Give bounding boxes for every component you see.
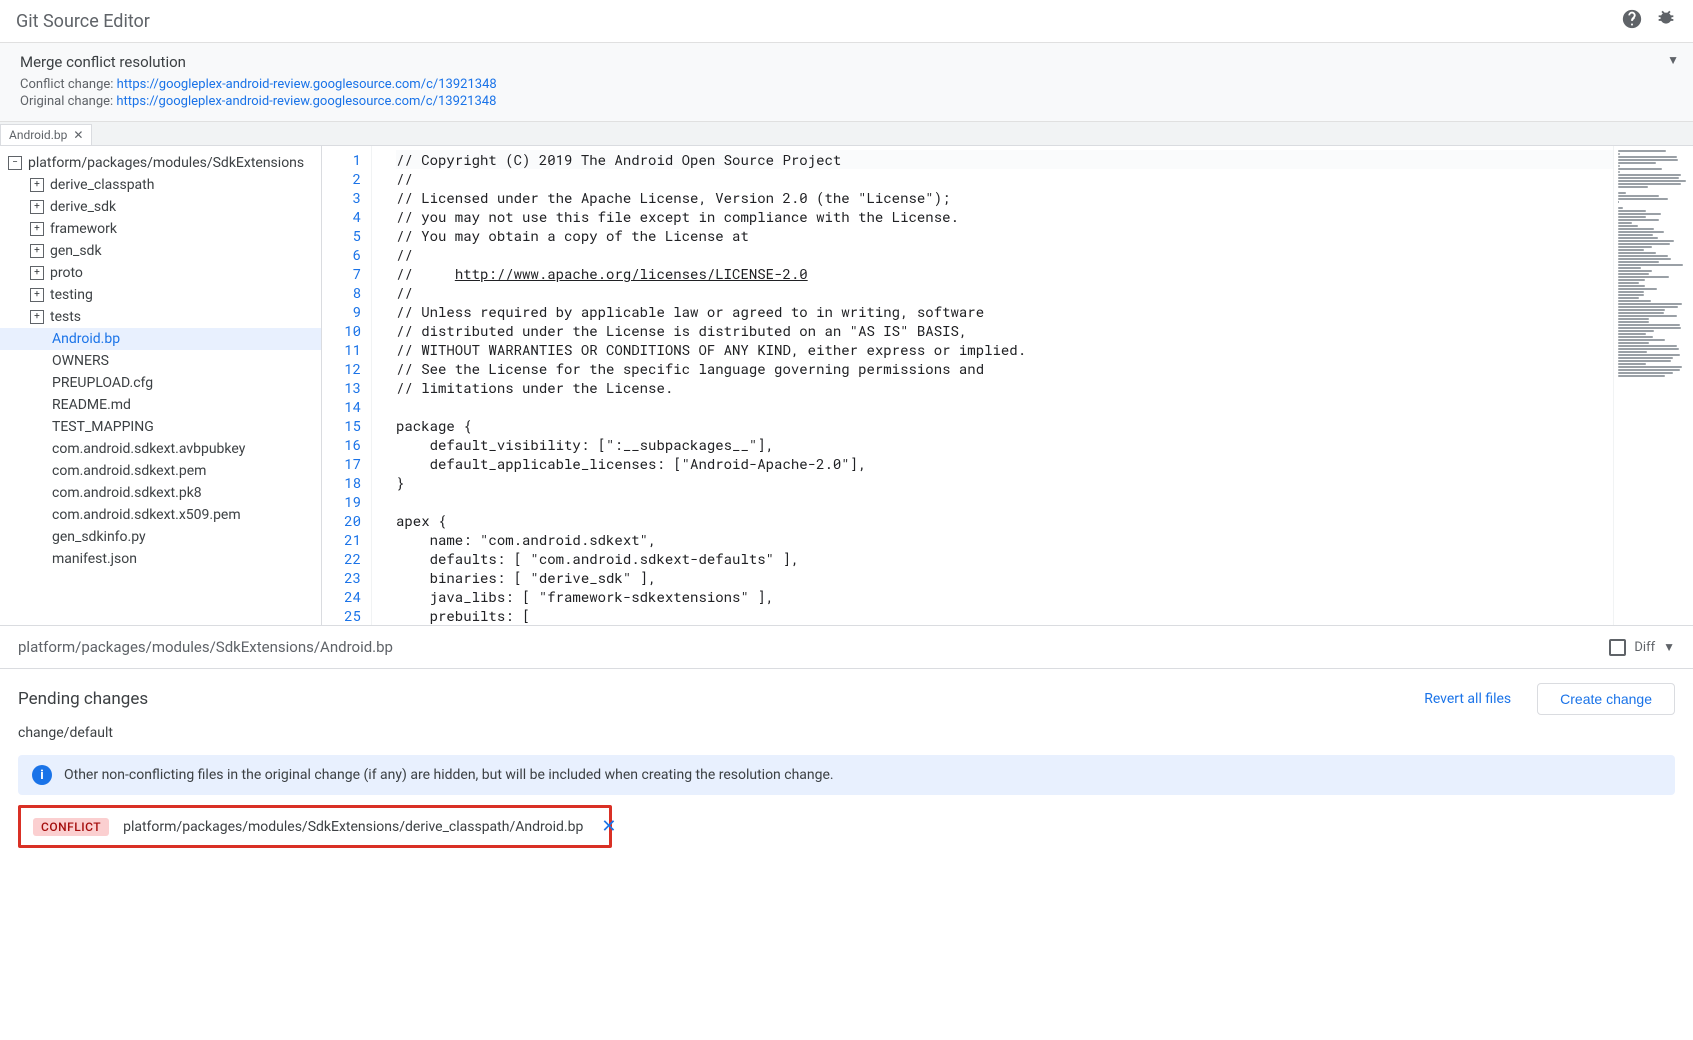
- tree-file[interactable]: gen_sdkinfo.py: [0, 526, 321, 548]
- tree-file[interactable]: OWNERS: [0, 350, 321, 372]
- pending-changes-panel: Pending changes Revert all files Create …: [0, 669, 1693, 862]
- tree-folder[interactable]: +framework: [0, 218, 321, 240]
- diff-checkbox[interactable]: [1609, 639, 1626, 656]
- expand-icon[interactable]: +: [30, 178, 44, 192]
- tab-android-bp[interactable]: Android.bp ✕: [0, 124, 92, 145]
- original-change-link[interactable]: https://googleplex-android-review.google…: [116, 94, 496, 109]
- info-banner: i Other non-conflicting files in the ori…: [18, 755, 1675, 795]
- collapse-icon[interactable]: −: [8, 156, 22, 170]
- conflict-file-row[interactable]: CONFLICT platform/packages/modules/SdkEx…: [18, 805, 612, 848]
- app-title: Git Source Editor: [16, 11, 1621, 32]
- conflict-badge: CONFLICT: [33, 818, 109, 836]
- file-path: platform/packages/modules/SdkExtensions/…: [18, 638, 1609, 656]
- expand-icon[interactable]: +: [30, 288, 44, 302]
- tab-bar: Android.bp ✕: [0, 122, 1693, 146]
- tree-folder[interactable]: +derive_classpath: [0, 174, 321, 196]
- original-change-row: Original change: https://googleplex-andr…: [20, 94, 1673, 109]
- conflict-file-path: platform/packages/modules/SdkExtensions/…: [123, 819, 583, 835]
- tree-file[interactable]: PREUPLOAD.cfg: [0, 372, 321, 394]
- bug-icon[interactable]: [1655, 8, 1677, 34]
- expand-icon[interactable]: +: [30, 310, 44, 324]
- info-icon: i: [32, 765, 52, 785]
- file-tree[interactable]: − platform/packages/modules/SdkExtension…: [0, 146, 322, 625]
- app-header: Git Source Editor: [0, 0, 1693, 43]
- collapse-toggle-icon[interactable]: ▼: [1667, 53, 1679, 67]
- discard-conflict-icon[interactable]: ✕: [601, 816, 616, 837]
- code-content[interactable]: // Copyright (C) 2019 The Android Open S…: [372, 146, 1613, 625]
- merge-conflict-panel: Merge conflict resolution Conflict chang…: [0, 43, 1693, 122]
- help-icon[interactable]: [1621, 8, 1643, 34]
- minimap[interactable]: [1613, 146, 1693, 625]
- tree-file[interactable]: README.md: [0, 394, 321, 416]
- tree-file[interactable]: com.android.sdkext.avbpubkey: [0, 438, 321, 460]
- revert-all-link[interactable]: Revert all files: [1424, 691, 1511, 707]
- expand-icon[interactable]: +: [30, 200, 44, 214]
- path-bar: platform/packages/modules/SdkExtensions/…: [0, 626, 1693, 669]
- diff-label: Diff: [1634, 640, 1655, 655]
- merge-title: Merge conflict resolution: [20, 53, 1673, 71]
- tree-folder[interactable]: +testing: [0, 284, 321, 306]
- pending-title: Pending changes: [18, 689, 1424, 709]
- tree-root[interactable]: − platform/packages/modules/SdkExtension…: [0, 152, 321, 174]
- line-gutter: 1234567891011121314151617181920212223242…: [322, 146, 372, 625]
- tree-file[interactable]: Android.bp: [0, 328, 321, 350]
- tree-folder[interactable]: +derive_sdk: [0, 196, 321, 218]
- tree-file[interactable]: com.android.sdkext.x509.pem: [0, 504, 321, 526]
- diff-menu-icon[interactable]: ▼: [1663, 640, 1675, 654]
- tree-file[interactable]: com.android.sdkext.pk8: [0, 482, 321, 504]
- tree-file[interactable]: com.android.sdkext.pem: [0, 460, 321, 482]
- expand-icon[interactable]: +: [30, 222, 44, 236]
- expand-icon[interactable]: +: [30, 266, 44, 280]
- close-tab-icon[interactable]: ✕: [73, 128, 83, 142]
- conflict-change-link[interactable]: https://googleplex-android-review.google…: [117, 77, 497, 92]
- tree-folder[interactable]: +tests: [0, 306, 321, 328]
- tree-file[interactable]: manifest.json: [0, 548, 321, 570]
- tree-folder[interactable]: +proto: [0, 262, 321, 284]
- code-editor[interactable]: 1234567891011121314151617181920212223242…: [322, 146, 1693, 625]
- tree-folder[interactable]: +gen_sdk: [0, 240, 321, 262]
- change-name: change/default: [18, 725, 1675, 741]
- tree-file[interactable]: TEST_MAPPING: [0, 416, 321, 438]
- conflict-change-row: Conflict change: https://googleplex-andr…: [20, 77, 1673, 92]
- create-change-button[interactable]: Create change: [1537, 683, 1675, 715]
- expand-icon[interactable]: +: [30, 244, 44, 258]
